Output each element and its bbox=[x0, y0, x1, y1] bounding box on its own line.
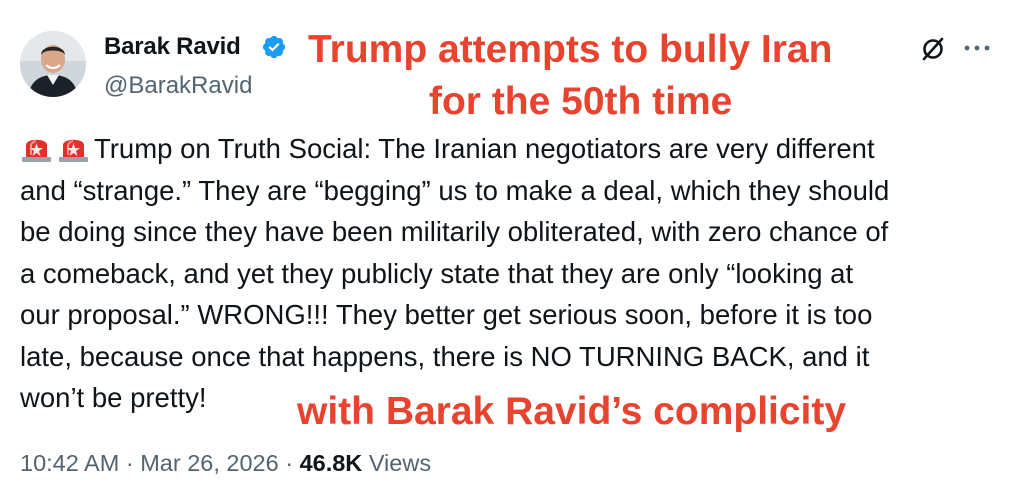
overlay-caption-bottom: with Barak Ravid’s complicity bbox=[297, 390, 847, 433]
meta-separator: · bbox=[285, 450, 294, 476]
tweet-text-line: Trump on Truth Social: The Iranian negot… bbox=[20, 128, 1010, 170]
overlay-caption-top-line-2: for the 50th time bbox=[429, 80, 733, 123]
views-label[interactable]: Views bbox=[369, 450, 431, 476]
siren-icon bbox=[22, 139, 51, 162]
views-count[interactable]: 46.8K bbox=[300, 450, 363, 476]
grok-icon[interactable] bbox=[918, 34, 948, 64]
tweet-time[interactable]: 10:42 AM bbox=[20, 450, 119, 476]
tweet-date[interactable]: Mar 26, 2026 bbox=[140, 450, 278, 476]
author-display-name[interactable]: Barak Ravid bbox=[104, 33, 241, 61]
verified-badge-icon bbox=[262, 35, 286, 59]
tweet-text-line-5: our proposal.” WRONG!!! They better get … bbox=[20, 299, 873, 330]
tweet-text-line-3: be doing since they have been militarily… bbox=[20, 216, 889, 247]
siren-icon bbox=[59, 139, 88, 162]
tweet-meta: 10:42 AM · Mar 26, 2026 · 46.8K Views bbox=[20, 450, 431, 477]
avatar-image bbox=[20, 31, 86, 97]
tweet-text: Trump on Truth Social: The Iranian negot… bbox=[20, 128, 1010, 419]
tweet-text-line-1: Trump on Truth Social: The Iranian negot… bbox=[94, 133, 875, 164]
tweet-text-line-2: and “strange.” They are “begging” us to … bbox=[20, 174, 890, 206]
more-options-icon[interactable] bbox=[962, 38, 992, 58]
author-handle[interactable]: @BarakRavid bbox=[104, 72, 252, 100]
meta-separator: · bbox=[125, 450, 134, 476]
tweet-text-line-4: a comeback, and yet they publicly state … bbox=[20, 257, 854, 289]
tweet-text-line-6: late, because once that happens, there i… bbox=[20, 340, 870, 372]
avatar[interactable] bbox=[20, 31, 86, 97]
overlay-caption-top-line-1: Trump attempts to bully Iran bbox=[308, 28, 833, 71]
